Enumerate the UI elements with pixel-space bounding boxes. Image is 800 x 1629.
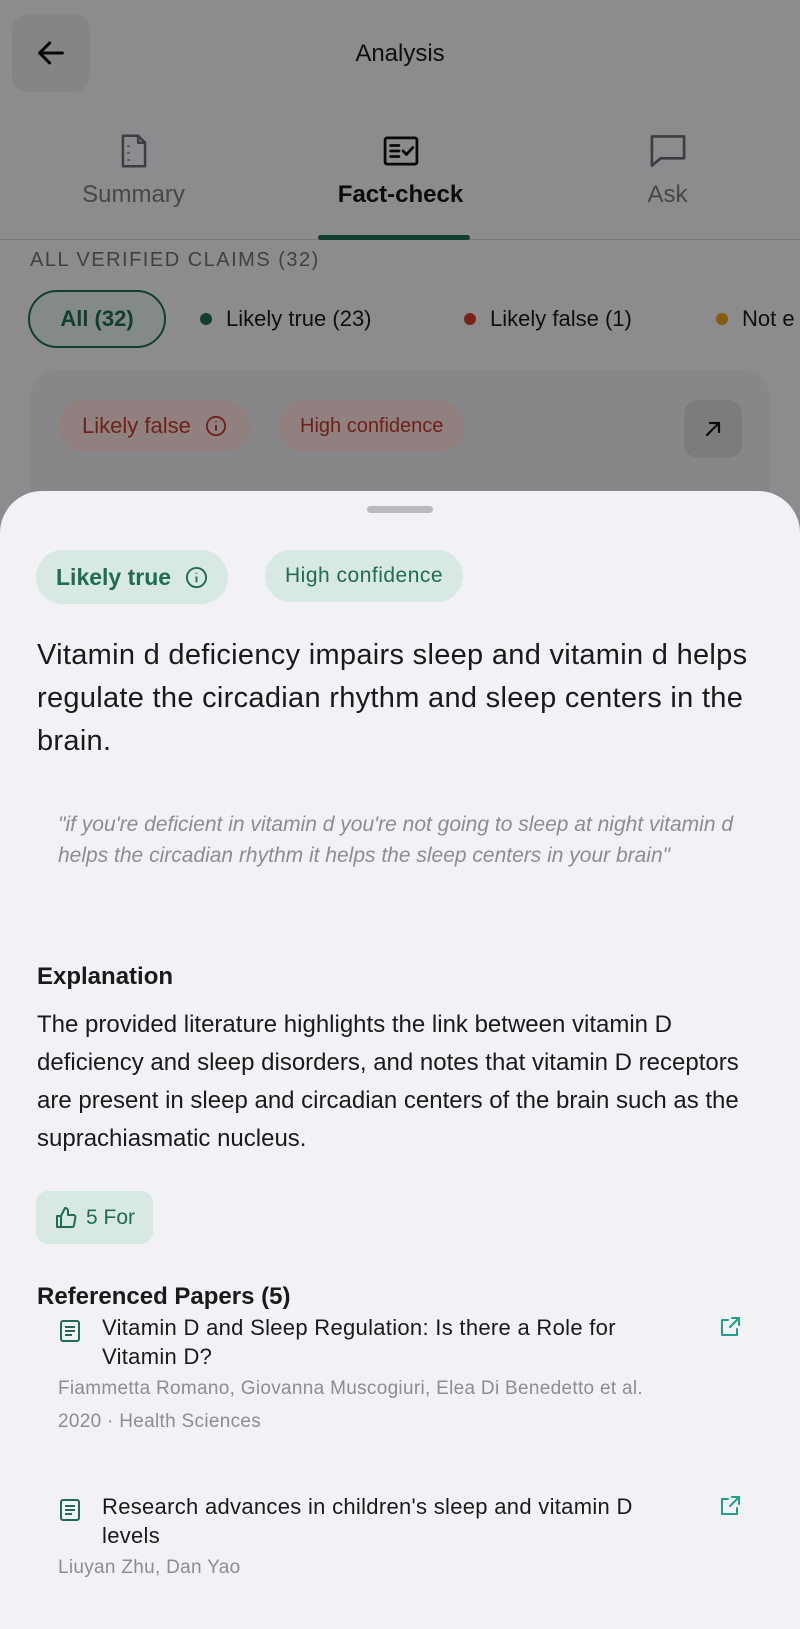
- claim-text: Vitamin d deficiency impairs sleep and v…: [37, 639, 748, 757]
- claim-detail-sheet: Likely true High confidence Vitamin d de…: [0, 491, 800, 1629]
- verdict-badge: Likely true: [36, 550, 229, 604]
- referenced-papers-heading: Referenced Papers (5): [37, 1283, 291, 1310]
- external-link-icon[interactable]: [718, 1494, 742, 1523]
- thumbs-up-icon: [56, 1206, 77, 1228]
- document-icon: [58, 1319, 82, 1348]
- for-count: 5 For: [86, 1205, 136, 1229]
- explanation-heading: Explanation: [37, 963, 174, 990]
- explanation-text: The provided literature highlights the l…: [37, 1011, 739, 1152]
- verdict-label: Likely true: [56, 563, 172, 590]
- paper-meta: 2020 · Health Sciences: [58, 1411, 262, 1432]
- paper-authors: Fiammetta Romano, Giovanna Muscogiuri, E…: [58, 1378, 643, 1399]
- paper-title[interactable]: Vitamin D and Sleep Regulation: Is there…: [102, 1313, 692, 1371]
- paper-authors: Liuyan Zhu, Dan Yao: [58, 1557, 241, 1578]
- info-icon[interactable]: [185, 566, 208, 589]
- external-link-icon[interactable]: [718, 1315, 742, 1344]
- paper-title[interactable]: Research advances in children's sleep an…: [102, 1492, 692, 1550]
- source-quote: "if you're deficient in vitamin d you're…: [58, 813, 734, 867]
- document-icon: [58, 1498, 82, 1527]
- confidence-badge: High confidence: [265, 550, 464, 602]
- supporting-evidence-chip[interactable]: 5 For: [36, 1191, 154, 1244]
- drag-handle[interactable]: [367, 506, 433, 513]
